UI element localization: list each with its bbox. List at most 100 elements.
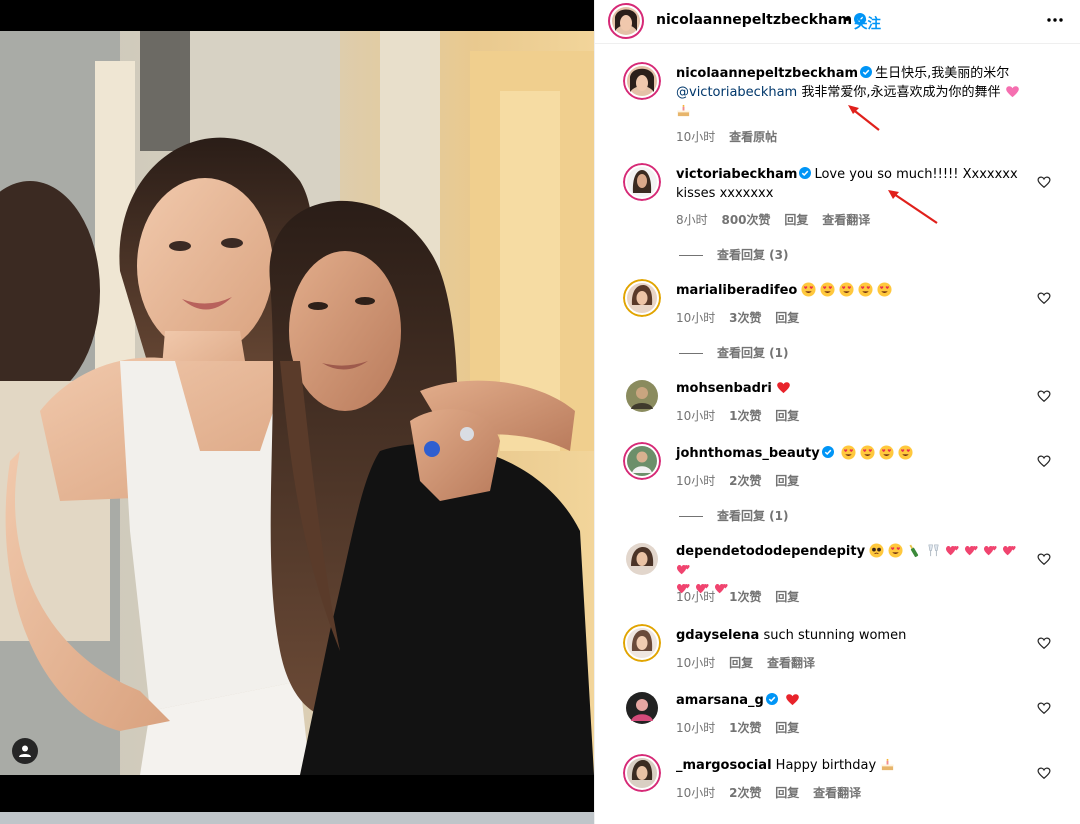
comment-likes[interactable]: 1次赞 [729, 409, 761, 423]
translate-button[interactable]: 查看翻译 [767, 656, 815, 670]
comment-meta: 10小时 2次赞 回复 [676, 472, 809, 489]
like-heart-icon[interactable] [1037, 389, 1051, 403]
post-header: nicolaannepeltzbeckham • 关注 [595, 0, 1080, 44]
comment-body: Happy birthday [775, 758, 877, 773]
pleading-face-icon [869, 543, 884, 558]
view-replies-label: 查看回复 (1) [717, 346, 789, 360]
replies-divider [679, 516, 703, 517]
like-heart-icon[interactable] [1037, 175, 1051, 189]
comment-username[interactable]: _margosocial [676, 758, 772, 773]
post-media-panel [0, 0, 594, 824]
post-photo-image [0, 31, 594, 775]
heart-eyes-icon [860, 445, 875, 460]
view-replies-button[interactable]: 查看回复 (3) [679, 246, 789, 263]
comment-likes[interactable]: 3次赞 [729, 311, 761, 325]
comment-avatar[interactable] [623, 754, 661, 792]
comment-body: such stunning women [763, 628, 907, 643]
comment-username[interactable]: dependetododependepity [676, 544, 865, 559]
translate-button[interactable]: 查看翻译 [822, 213, 870, 227]
comment-username[interactable]: marialiberadifeo [676, 283, 797, 298]
reply-button[interactable]: 回复 [729, 656, 753, 670]
reply-button[interactable]: 回复 [775, 409, 799, 423]
comment-likes[interactable]: 1次赞 [729, 721, 761, 735]
caption-username[interactable]: nicolaannepeltzbeckham [676, 66, 858, 81]
reply-button[interactable]: 回复 [775, 786, 799, 800]
two-hearts-icon [946, 545, 959, 556]
two-hearts-icon [676, 564, 690, 575]
red-heart-icon [777, 382, 790, 394]
see-original-button[interactable]: 查看原帖 [729, 130, 777, 144]
comment-text: gdayselena such stunning women [676, 626, 1036, 645]
comment-avatar[interactable] [623, 442, 661, 480]
author-username[interactable]: nicolaannepeltzbeckham [656, 12, 869, 28]
comment-avatar[interactable] [623, 163, 661, 201]
reply-button[interactable]: 回复 [775, 474, 799, 488]
comment-likes[interactable]: 2次赞 [729, 786, 761, 800]
view-replies-button[interactable]: 查看回复 (1) [679, 344, 789, 361]
comment-time: 10小时 [676, 590, 716, 604]
caption-avatar[interactable] [623, 62, 661, 100]
comment-time: 10小时 [676, 474, 716, 488]
view-replies-label: 查看回复 (3) [717, 248, 789, 262]
comment-text: johnthomas_beauty [676, 444, 1036, 463]
verified-badge-icon [765, 693, 778, 705]
like-heart-icon[interactable] [1037, 552, 1051, 566]
comment-likes[interactable]: 1次赞 [729, 590, 761, 604]
comment-time: 10小时 [676, 786, 716, 800]
heart-eyes-icon [879, 445, 894, 460]
like-heart-icon[interactable] [1037, 701, 1051, 715]
comment-avatar[interactable] [623, 624, 661, 662]
heart-eyes-icon [858, 282, 874, 297]
verified-badge-icon [860, 66, 873, 78]
red-heart-icon [786, 694, 799, 706]
comment-avatar[interactable] [623, 377, 661, 415]
two-hearts-icon [984, 545, 997, 556]
heart-eyes-icon [839, 282, 855, 297]
tagged-user-icon[interactable] [12, 738, 38, 764]
comment-username[interactable]: mohsenbadri [676, 381, 772, 396]
comment-avatar[interactable] [623, 689, 661, 727]
comment-username[interactable]: gdayselena [676, 628, 759, 643]
reply-button[interactable]: 回复 [775, 590, 799, 604]
comment-time: 8小时 [676, 213, 708, 227]
follow-button[interactable]: 关注 [854, 12, 881, 32]
like-heart-icon[interactable] [1037, 454, 1051, 468]
comment-time: 10小时 [676, 656, 716, 670]
like-heart-icon[interactable] [1037, 291, 1051, 305]
post-photo[interactable] [0, 31, 594, 775]
comment-text: marialiberadifeo [676, 281, 1036, 300]
comment-username[interactable]: amarsana_g [676, 693, 764, 708]
comment-avatar[interactable] [623, 279, 661, 317]
caption-body-end: 我非常爱你,永远喜欢成为你的舞伴 [801, 85, 1001, 100]
reply-button[interactable]: 回复 [775, 311, 799, 325]
comment-time: 10小时 [676, 409, 716, 423]
reply-button[interactable]: 回复 [784, 213, 808, 227]
more-options-icon[interactable] [1045, 10, 1065, 30]
reply-button[interactable]: 回复 [775, 721, 799, 735]
comment-meta: 10小时 1次赞 回复 [676, 719, 809, 736]
comment-likes[interactable]: 800次赞 [721, 213, 770, 227]
comment-meta: 10小时 2次赞 回复 查看翻译 [676, 784, 871, 801]
birthday-cake-icon [677, 104, 690, 117]
comment-avatar[interactable] [623, 540, 661, 578]
comment-likes[interactable]: 2次赞 [729, 474, 761, 488]
comment-text: mohsenbadri [676, 379, 1036, 398]
view-replies-button[interactable]: 查看回复 (1) [679, 507, 789, 524]
like-heart-icon[interactable] [1037, 766, 1051, 780]
heart-eyes-icon [841, 445, 856, 460]
caption-time: 10小时 [676, 130, 716, 144]
comment-meta: 10小时 3次赞 回复 [676, 309, 809, 326]
replies-divider [679, 255, 703, 256]
comment-text: victoriabeckham Love you so much!!!!! Xxx… [676, 165, 1036, 203]
comment-time: 10小时 [676, 311, 716, 325]
author-avatar[interactable] [608, 3, 644, 39]
comment-username[interactable]: johnthomas_beauty [676, 446, 820, 461]
caption-text: nicolaannepeltzbeckham 生日快乐,我美丽的米尔 @victor… [676, 64, 1036, 121]
like-heart-icon[interactable] [1037, 636, 1051, 650]
comment-meta: 10小时 回复 查看翻译 [676, 654, 825, 671]
translate-button[interactable]: 查看翻译 [813, 786, 861, 800]
mention-link[interactable]: @victoriabeckham [676, 85, 797, 100]
comment-username[interactable]: victoriabeckham [676, 167, 797, 182]
birthday-cake-icon [882, 758, 894, 771]
comment-meta: 8小时 800次赞 回复 查看翻译 [676, 211, 880, 228]
